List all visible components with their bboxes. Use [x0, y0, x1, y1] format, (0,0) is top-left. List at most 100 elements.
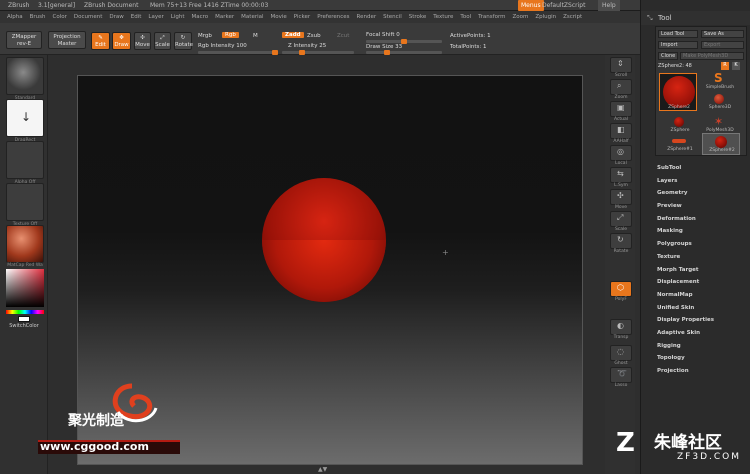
shelf-button[interactable]: ◐: [610, 319, 632, 335]
tool-thumb-sphere3d[interactable]: Sphere3D: [702, 92, 738, 112]
tool-submenu-item[interactable]: Polygroups: [657, 238, 747, 251]
tool-thumb-polymesh3d[interactable]: ✶ PolyMesh3D: [702, 115, 738, 135]
make-polymesh-button[interactable]: Make PolyMesh3D: [680, 52, 744, 60]
tool-thumb-simplebrush[interactable]: S SimpleBrush: [702, 71, 738, 91]
menu-item[interactable]: Color: [53, 11, 67, 23]
shelf-button[interactable]: ⤢: [610, 211, 632, 227]
tool-submenu-item[interactable]: SubTool: [657, 162, 747, 175]
menu-item[interactable]: Picker: [294, 11, 310, 23]
menu-item[interactable]: Transform: [478, 11, 505, 23]
r-button[interactable]: R: [721, 62, 729, 70]
tool-submenu-item[interactable]: Projection: [657, 365, 747, 378]
draw-size-handle[interactable]: [384, 50, 391, 55]
z-intensity-slider[interactable]: [282, 50, 354, 55]
rgb-intensity-slider[interactable]: [198, 50, 278, 55]
menus-button[interactable]: Menus: [518, 0, 544, 11]
menu-item[interactable]: Marker: [215, 11, 234, 23]
menu-item[interactable]: Alpha: [7, 11, 23, 23]
menu-item[interactable]: Render: [357, 11, 377, 23]
draw-button[interactable]: ✥ Draw: [112, 32, 131, 50]
shelf-button[interactable]: ◎: [610, 145, 632, 161]
menu-item[interactable]: Layer: [148, 11, 163, 23]
shelf-button[interactable]: ✣: [610, 189, 632, 205]
move-button[interactable]: ✣ Move: [134, 32, 151, 50]
tool-thumb-zsphere[interactable]: ZSphere: [662, 115, 698, 135]
save-as-button[interactable]: Save As: [701, 30, 744, 38]
texture-slot[interactable]: [6, 183, 44, 221]
menu-item[interactable]: Preferences: [317, 11, 349, 23]
zmapper-button[interactable]: ZMapper rev-E: [6, 31, 42, 49]
brush-slot[interactable]: [6, 57, 44, 95]
menu-item[interactable]: Light: [171, 11, 185, 23]
menu-item[interactable]: Zscript: [563, 11, 582, 23]
menu-item[interactable]: Edit: [131, 11, 142, 23]
tool-submenu-item[interactable]: Display Properties: [657, 314, 747, 327]
tool-thumb-zsphere2[interactable]: ZSphere2: [659, 73, 697, 111]
draw-size-slider[interactable]: [366, 50, 442, 55]
shelf-button[interactable]: ⇆: [610, 167, 632, 183]
tool-submenu-item[interactable]: Masking: [657, 225, 747, 238]
import-button[interactable]: Import: [658, 41, 698, 49]
menu-item[interactable]: Texture: [433, 11, 453, 23]
material-slot[interactable]: [6, 225, 44, 263]
tool-submenu-item[interactable]: Deformation: [657, 213, 747, 226]
tool-submenu-item[interactable]: Geometry: [657, 187, 747, 200]
zsub-toggle[interactable]: Zsub: [307, 33, 321, 39]
menu-item[interactable]: Zplugin: [535, 11, 556, 23]
load-tool-button[interactable]: Load Tool: [658, 30, 698, 38]
tool-submenu-item[interactable]: NormalMap: [657, 289, 747, 302]
color-picker[interactable]: [6, 269, 44, 307]
tool-submenu-item[interactable]: Unified Skin: [657, 302, 747, 315]
shelf-button[interactable]: ➰: [610, 367, 632, 383]
tool-thumb-zsphere-1[interactable]: ZSphere#1: [662, 135, 698, 155]
help-button[interactable]: Help: [598, 0, 620, 11]
shelf-button[interactable]: ▣: [610, 101, 632, 117]
tool-submenu-item[interactable]: Layers: [657, 175, 747, 188]
shelf-button[interactable]: ◧: [610, 123, 632, 139]
tool-submenu-item[interactable]: Rigging: [657, 340, 747, 353]
projection-master-button[interactable]: Projection Master: [48, 31, 86, 49]
tool-submenu-item[interactable]: Adaptive Skin: [657, 327, 747, 340]
tool-submenu-item[interactable]: Topology: [657, 352, 747, 365]
shelf-button[interactable]: ⌕: [610, 79, 632, 95]
menu-item[interactable]: Stroke: [409, 11, 427, 23]
switch-color-button[interactable]: SwitchColor: [2, 323, 46, 329]
k-button[interactable]: K: [732, 62, 740, 70]
alpha-slot[interactable]: [6, 141, 44, 179]
menu-item[interactable]: Tool: [460, 11, 471, 23]
shelf-button[interactable]: ⬡: [610, 281, 632, 297]
tool-grip-icon[interactable]: ⤡: [647, 11, 653, 25]
menu-item[interactable]: Document: [74, 11, 103, 23]
default-zscript-button[interactable]: DefaultZScript: [542, 0, 585, 11]
menu-item[interactable]: Macro: [192, 11, 209, 23]
mrgb-toggle[interactable]: Mrgb: [198, 33, 212, 39]
export-button[interactable]: Export: [701, 41, 744, 49]
menu-item[interactable]: Stencil: [383, 11, 402, 23]
menu-item[interactable]: Movie: [271, 11, 287, 23]
tool-submenu-item[interactable]: Morph Target: [657, 264, 747, 277]
focal-shift-slider[interactable]: [366, 39, 442, 44]
rotate-button[interactable]: ↻ Rotate: [174, 32, 193, 50]
tool-submenu-item[interactable]: Preview: [657, 200, 747, 213]
menu-item[interactable]: Draw: [109, 11, 123, 23]
rgb-intensity-handle[interactable]: [272, 50, 278, 55]
tool-submenu-item[interactable]: Displacement: [657, 276, 747, 289]
scale-button[interactable]: ⤢ Scale: [154, 32, 171, 50]
menu-item[interactable]: Material: [241, 11, 263, 23]
document-canvas[interactable]: + 聚光制造 www.cggood.com: [38, 75, 583, 465]
menu-item[interactable]: Brush: [30, 11, 46, 23]
zcut-toggle[interactable]: Zcut: [337, 33, 349, 39]
tool-submenu-item[interactable]: Texture: [657, 251, 747, 264]
menu-item[interactable]: Zoom: [512, 11, 528, 23]
z-intensity-handle[interactable]: [298, 50, 305, 55]
shelf-button[interactable]: ⇕: [610, 57, 632, 73]
zadd-toggle[interactable]: Zadd: [282, 32, 304, 38]
shelf-button[interactable]: ↻: [610, 233, 632, 249]
m-toggle[interactable]: M: [253, 33, 258, 39]
shelf-button[interactable]: ◌: [610, 345, 632, 361]
canvas-scroll-arrows[interactable]: ▲▼: [318, 466, 327, 473]
stroke-slot[interactable]: ↓: [6, 99, 44, 137]
rgb-toggle[interactable]: Rgb: [222, 32, 239, 38]
tool-thumb-zsphere-2[interactable]: ZSphere#2: [702, 133, 740, 155]
edit-button[interactable]: ✎ Edit: [91, 32, 110, 50]
